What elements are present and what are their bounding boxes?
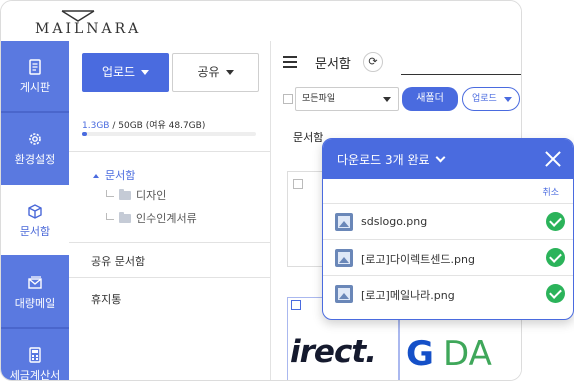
download-row: [로고]다이렉트센드.png <box>323 239 573 275</box>
tree-connector <box>106 190 114 197</box>
download-row: [로고]메일나라.png <box>323 275 573 311</box>
share-button-label: 공유 <box>197 65 220 79</box>
refresh-icon[interactable]: ⟳ <box>363 52 383 72</box>
share-button[interactable]: 공유 <box>172 53 259 92</box>
file-name: [로고]메일나라.png <box>361 289 455 302</box>
rail-label: 세금계산서 <box>9 369 61 381</box>
mail-icon <box>28 276 42 289</box>
close-icon[interactable] <box>543 149 563 169</box>
board-icon <box>29 59 41 75</box>
tree-item-label: 디자인 <box>136 189 167 202</box>
trash-link[interactable]: 휴지통 <box>91 291 121 307</box>
rail-item-settings[interactable]: 환경설정 <box>1 113 69 183</box>
tree-connector <box>106 213 114 220</box>
storage-total: / 50GB (여유 48.7GB) <box>112 121 206 131</box>
rail-item-documents[interactable]: 문서함 <box>1 185 69 255</box>
rail-item-board[interactable]: 게시판 <box>1 41 69 111</box>
caret-down-icon <box>225 70 234 75</box>
storage-bar <box>82 132 256 136</box>
rail-label: 문서함 <box>19 225 51 238</box>
image-file-icon <box>335 213 353 231</box>
thumbnail-mailnara-logo: G <box>406 334 434 374</box>
storage-bar-fill <box>82 132 87 136</box>
calculator-icon <box>29 347 41 363</box>
check-circle-icon <box>546 212 565 231</box>
storage-used: 1.3GB <box>82 121 110 131</box>
rail-item-bulk-mail[interactable]: 대량메일 <box>1 257 69 327</box>
breadcrumb: 문서함 <box>293 131 324 144</box>
file-name: [로고]다이렉트센드.png <box>361 253 475 266</box>
left-rail: 게시판 환경설정 문서함 대량메일 세금계산서 <box>1 41 69 381</box>
menu-icon[interactable] <box>283 56 297 68</box>
divider <box>69 242 271 243</box>
box-icon <box>28 204 42 219</box>
gear-icon <box>29 133 41 145</box>
tree-root-label: 문서함 <box>105 169 136 182</box>
tree-item-design[interactable]: 디자인 <box>106 187 166 203</box>
logo-text: MAILNARA <box>35 21 142 37</box>
upload-dropdown-label: 업로드 <box>472 94 497 104</box>
chevron-down-icon[interactable] <box>435 152 445 163</box>
rail-item-tax-invoice[interactable]: 세금계산서 <box>1 329 69 381</box>
image-file-icon <box>335 249 353 267</box>
file-type-select-value: 모든파일 <box>302 94 336 104</box>
sidebar: 업로드 공유 1.3GB / 50GB (여유 48.7GB) 문서함 디자인 … <box>69 41 271 380</box>
file-name: sdslogo.png <box>361 215 428 228</box>
logo[interactable]: MAILNARA <box>35 9 138 37</box>
divider <box>69 277 271 278</box>
rail-label: 환경설정 <box>14 153 56 166</box>
expand-arrow-icon[interactable] <box>93 174 99 178</box>
file-checkbox[interactable] <box>291 300 301 310</box>
popup-header: 다운로드 3개 완료 <box>323 139 573 179</box>
folder-icon <box>119 212 131 223</box>
thumbnail-mailnara-logo-text: DA <box>443 334 492 374</box>
select-all-checkbox[interactable] <box>283 94 293 104</box>
cancel-link[interactable]: 취소 <box>542 185 559 198</box>
page-title: 문서함 <box>315 57 351 72</box>
divider <box>69 151 271 152</box>
tree-root-documents[interactable]: 문서함 <box>93 167 135 183</box>
upload-button[interactable]: 업로드 <box>82 53 169 92</box>
download-complete-popup: 다운로드 3개 완료 취소 sdslogo.png [로고]다이렉트센드.png… <box>322 138 574 320</box>
header-underline <box>401 74 521 75</box>
folder-icon <box>119 189 131 200</box>
tree-item-handover[interactable]: 인수인계서류 <box>106 210 197 226</box>
tree-item-label: 인수인계서류 <box>136 212 197 225</box>
image-file-icon <box>335 285 353 303</box>
thumbnail-directsend-logo: irect. <box>290 334 377 370</box>
popup-title[interactable]: 다운로드 3개 완료 <box>337 151 445 168</box>
popup-title-text: 다운로드 3개 완료 <box>337 153 430 167</box>
download-row: sdslogo.png <box>323 203 573 239</box>
new-folder-button[interactable]: 새폴더 <box>402 87 458 111</box>
file-card-checkbox[interactable] <box>293 179 303 189</box>
rail-label: 게시판 <box>19 81 51 94</box>
header: MAILNARA <box>1 1 521 41</box>
caret-down-icon <box>504 97 512 102</box>
storage-usage: 1.3GB / 50GB (여유 48.7GB) <box>82 118 205 131</box>
upload-dropdown-button[interactable]: 업로드 <box>462 87 520 111</box>
file-type-select[interactable]: 모든파일 <box>295 87 399 111</box>
rail-label: 대량메일 <box>14 297 56 310</box>
file-card[interactable] <box>287 171 327 267</box>
check-circle-icon <box>546 284 565 303</box>
check-circle-icon <box>546 248 565 267</box>
caret-down-icon <box>141 70 150 75</box>
caret-down-icon <box>383 97 391 102</box>
upload-button-label: 업로드 <box>101 65 136 79</box>
shared-documents-link[interactable]: 공유 문서함 <box>91 253 145 269</box>
